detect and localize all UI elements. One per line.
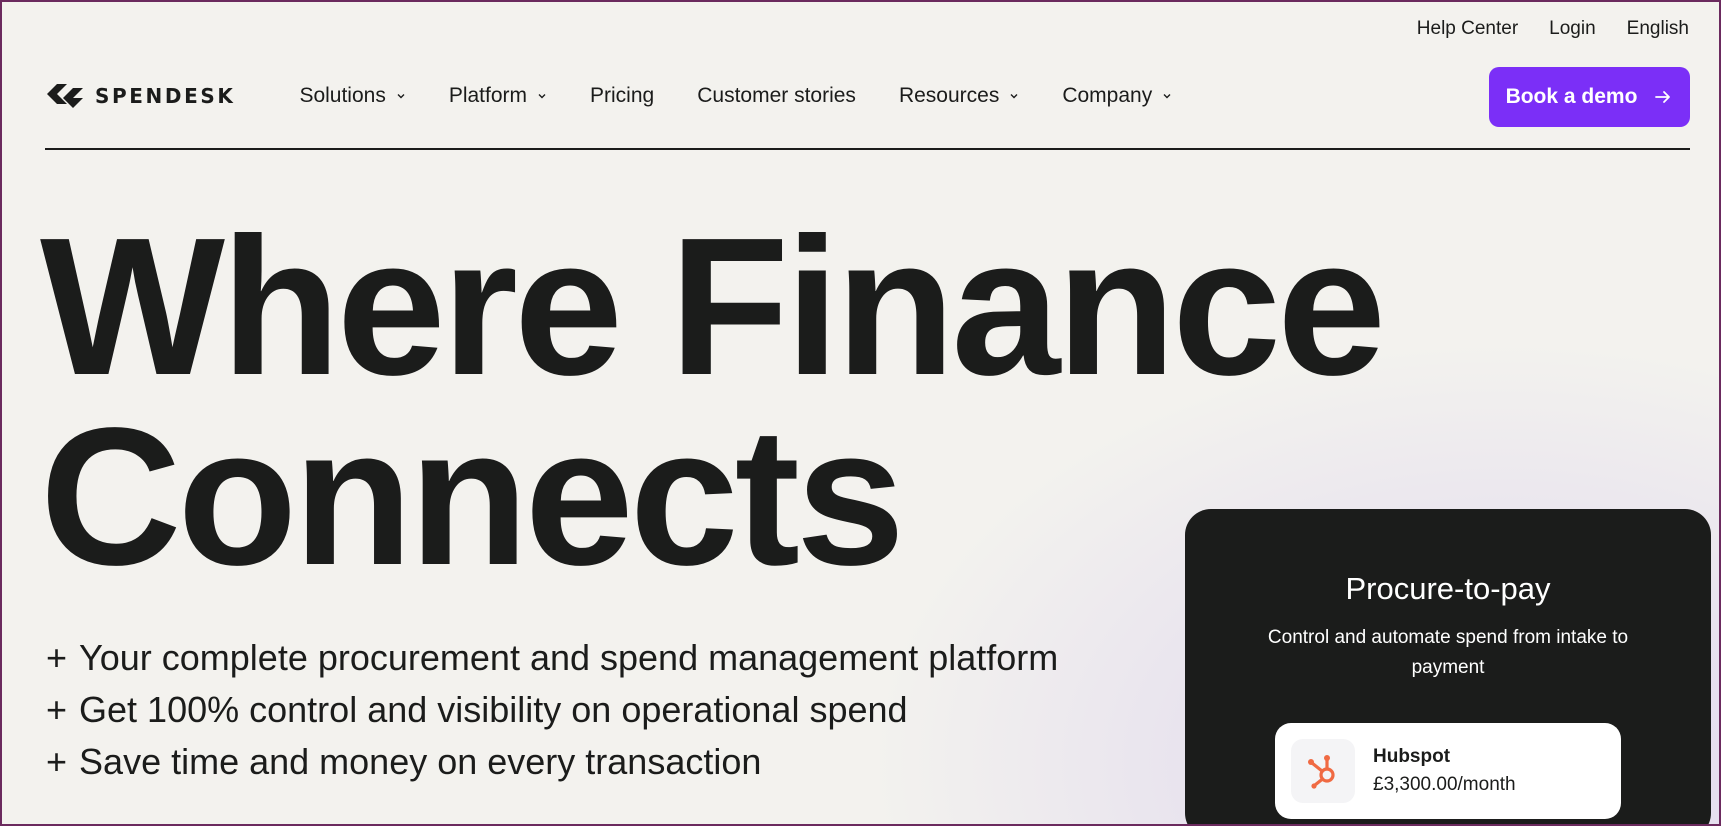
- nav-item-platform[interactable]: Platform: [449, 84, 547, 108]
- hero-title-line-2: Connects: [40, 387, 905, 606]
- nav-item-label: Company: [1062, 84, 1153, 107]
- hubspot-subscription-card: Hubspot £3,300.00/month: [1275, 723, 1621, 819]
- nav-item-label: Pricing: [590, 84, 655, 107]
- vendor-name: Hubspot: [1373, 746, 1451, 767]
- spendesk-logo-icon: [47, 84, 83, 108]
- chevron-down-icon: [1010, 94, 1018, 99]
- nav-item-label: Customer stories: [697, 84, 856, 107]
- chevron-down-icon: [397, 94, 405, 99]
- login-link[interactable]: Login: [1549, 18, 1596, 40]
- utility-bar: Help Center Login English: [1417, 18, 1689, 40]
- nav-item-solutions[interactable]: Solutions: [299, 84, 405, 108]
- nav-divider: [45, 148, 1690, 150]
- nav-menu: Solutions Platform Pricing Customer stor…: [299, 84, 1172, 108]
- book-demo-label: Book a demo: [1505, 85, 1638, 108]
- bullet-text: Save time and money on every transaction: [79, 741, 762, 782]
- help-center-link[interactable]: Help Center: [1417, 18, 1518, 40]
- nav-item-label: Platform: [448, 84, 528, 107]
- nav-item-customer-stories[interactable]: Customer stories: [697, 84, 856, 108]
- bullet-item: + Get 100% control and visibility on ope…: [46, 684, 1058, 736]
- nav-item-company[interactable]: Company: [1062, 84, 1172, 108]
- chevron-down-icon: [1163, 94, 1171, 99]
- bullet-item: + Your complete procurement and spend ma…: [46, 632, 1058, 684]
- book-demo-button[interactable]: Book a demo: [1489, 67, 1690, 127]
- plus-icon: +: [46, 741, 68, 782]
- procure-to-pay-card: Procure-to-pay Control and automate spen…: [1185, 509, 1711, 824]
- nav-item-resources[interactable]: Resources: [899, 84, 1019, 108]
- nav-item-pricing[interactable]: Pricing: [590, 84, 654, 108]
- nav-item-label: Solutions: [299, 84, 386, 107]
- bullet-item: + Save time and money on every transacti…: [46, 736, 1058, 788]
- language-selector[interactable]: English: [1627, 18, 1689, 40]
- logo[interactable]: SPENDESK: [45, 76, 235, 116]
- card-title: Procure-to-pay: [1345, 571, 1551, 606]
- hubspot-icon: [1291, 739, 1355, 803]
- vendor-price: £3,300.00/month: [1373, 774, 1516, 795]
- main-nav: SPENDESK Solutions Platform Pricing Cust…: [45, 65, 1690, 127]
- plus-icon: +: [46, 637, 68, 678]
- brand-name: SPENDESK: [95, 84, 236, 108]
- card-subtitle: Control and automate spend from intake t…: [1267, 627, 1629, 678]
- chevron-down-icon: [538, 94, 546, 99]
- bullet-text: Your complete procurement and spend mana…: [79, 637, 1059, 678]
- hero-bullets: + Your complete procurement and spend ma…: [46, 632, 1058, 788]
- subscription-details: Hubspot £3,300.00/month: [1373, 746, 1516, 796]
- nav-item-label: Resources: [898, 84, 1000, 107]
- hero-title: Where Finance Connects: [40, 197, 1386, 606]
- hero-title-line-1: Where Finance: [40, 197, 1386, 416]
- plus-icon: +: [46, 689, 68, 730]
- page: Help Center Login English SPENDESK Solut…: [0, 0, 1721, 826]
- bullet-text: Get 100% control and visibility on opera…: [79, 689, 908, 730]
- arrow-right-icon: [1655, 91, 1671, 103]
